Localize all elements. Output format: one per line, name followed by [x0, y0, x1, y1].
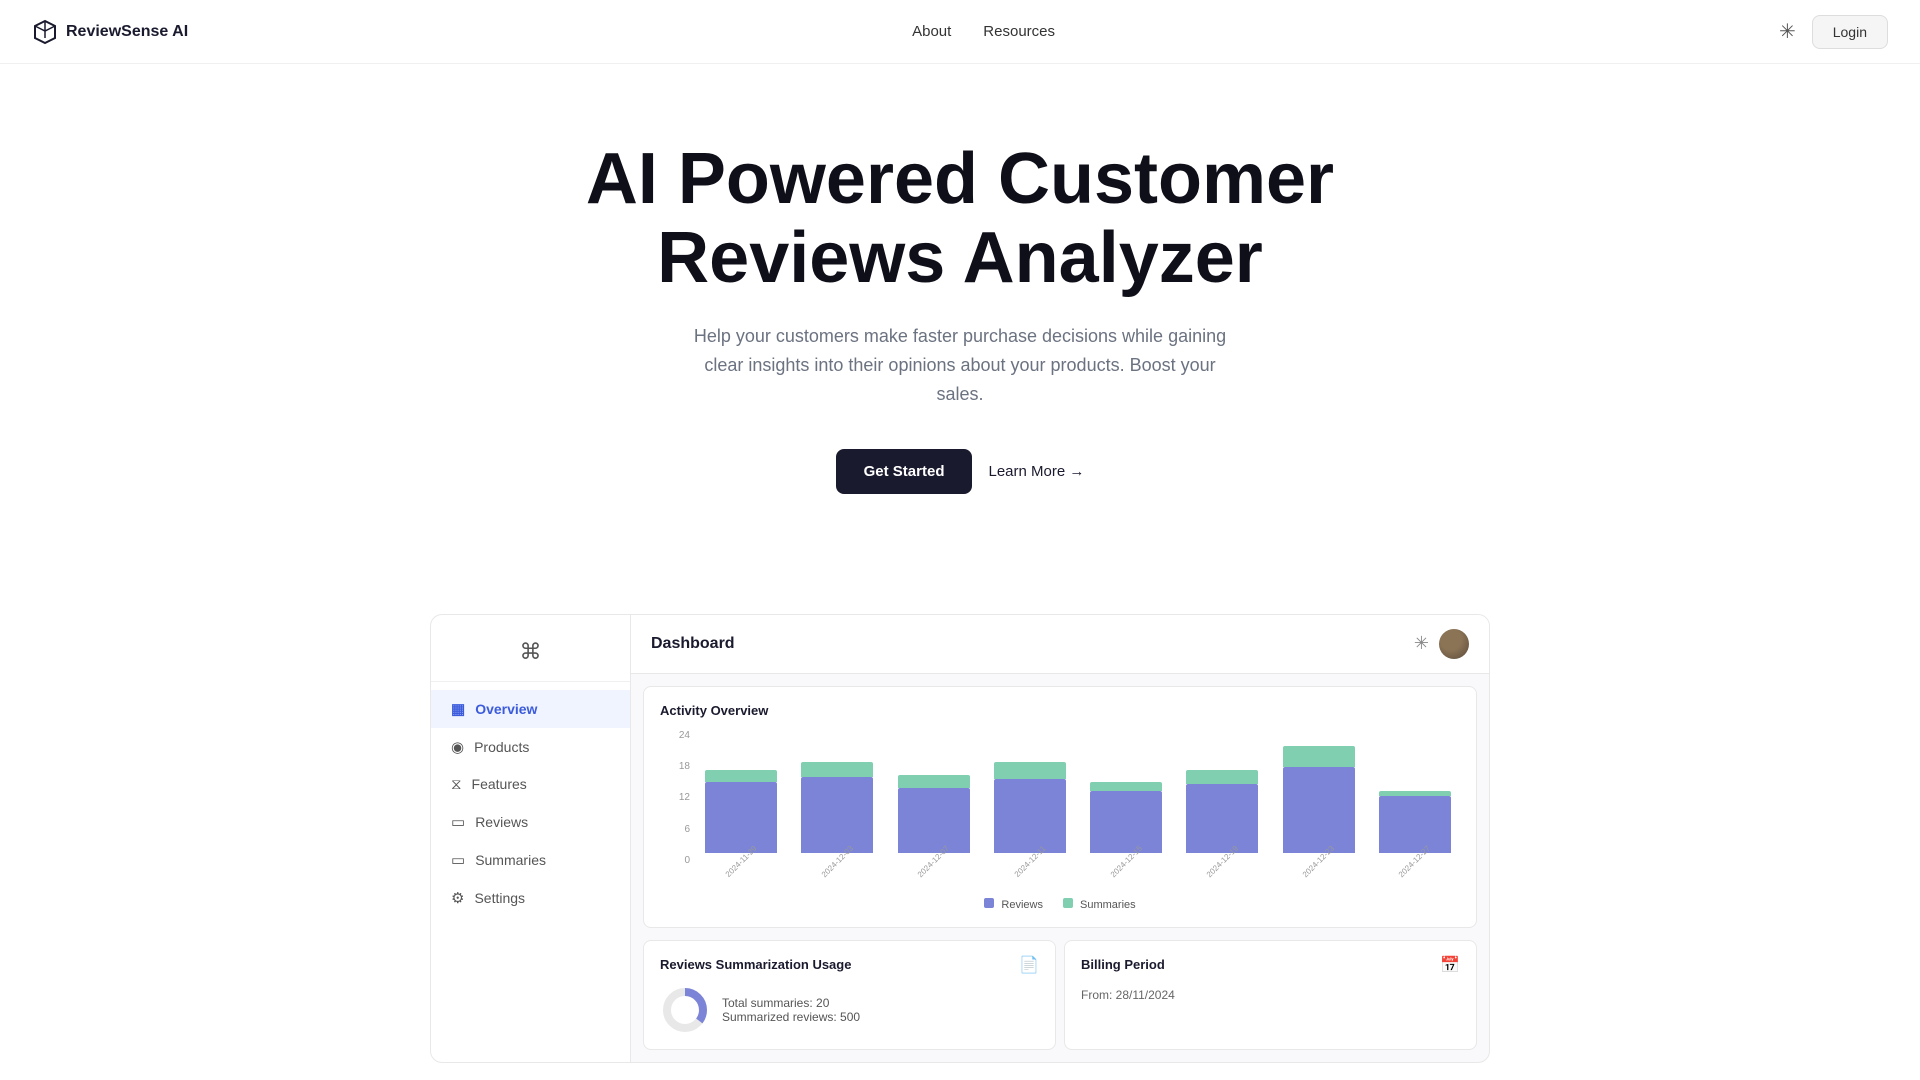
- nav-links: About Resources: [912, 23, 1055, 40]
- learn-more-button[interactable]: Learn More →: [988, 463, 1084, 480]
- bar-group: 2024-12-11: [985, 717, 1075, 866]
- reviews-bar: [1090, 791, 1162, 853]
- sidebar-item-overview[interactable]: ▦ Overview: [431, 690, 630, 728]
- file2-icon: ▭: [451, 851, 465, 869]
- total-summaries: Total summaries: 20: [722, 996, 860, 1010]
- dashboard-preview: ⌘ ▦ Overview ◉ Products ⧖ Features ▭ Rev…: [410, 614, 1510, 1063]
- hero-title: AI Powered Customer Reviews Analyzer: [530, 140, 1390, 298]
- main-header: Dashboard ✳: [631, 615, 1489, 674]
- legend-summaries: Summaries: [1063, 898, 1136, 911]
- sidebar-logo-area: ⌘: [431, 631, 630, 682]
- sidebar: ⌘ ▦ Overview ◉ Products ⧖ Features ▭ Rev…: [430, 614, 630, 1063]
- billing-card: Billing Period 📅 From: 28/11/2024: [1064, 940, 1477, 1050]
- donut-container: Total summaries: 20 Summarized reviews: …: [660, 985, 1039, 1035]
- chart-area: 06121824 2024-11-292024-12-032024-12-072…: [660, 730, 1460, 911]
- nav-resources[interactable]: Resources: [983, 23, 1055, 40]
- nav-right: ✳ Login: [1779, 15, 1888, 49]
- hero-actions: Get Started Learn More →: [530, 449, 1390, 494]
- hero-subtitle: Help your customers make faster purchase…: [680, 322, 1240, 408]
- summaries-bar: [1186, 770, 1258, 784]
- sidebar-item-products[interactable]: ◉ Products: [431, 728, 630, 766]
- summaries-bar: [801, 762, 873, 777]
- activity-chart-container: Activity Overview 06121824 2024-11-29202…: [643, 686, 1477, 928]
- summaries-bar: [898, 775, 970, 788]
- header-right: ✳: [1414, 629, 1469, 659]
- reviews-bar: [801, 777, 873, 853]
- y-axis: 06121824: [660, 730, 690, 866]
- sidebar-item-reviews[interactable]: ▭ Reviews: [431, 803, 630, 841]
- usage-stats: Total summaries: 20 Summarized reviews: …: [722, 996, 860, 1024]
- sidebar-item-features[interactable]: ⧖ Features: [431, 766, 630, 803]
- get-started-button[interactable]: Get Started: [836, 449, 973, 494]
- navbar: ReviewSense AI About Resources ✳ Login: [0, 0, 1920, 64]
- billing-card-title: Billing Period: [1081, 957, 1165, 972]
- bar-group: 2024-11-29: [696, 717, 786, 866]
- logo-text: ReviewSense AI: [66, 23, 188, 41]
- gear-icon: ⚙: [451, 889, 464, 907]
- logo-icon: [32, 19, 58, 45]
- summaries-bar: [705, 770, 777, 782]
- chart-legend: Reviews Summaries: [660, 898, 1460, 911]
- sidebar-item-summaries[interactable]: ▭ Summaries: [431, 841, 630, 879]
- reviews-bar: [898, 788, 970, 853]
- theme-toggle-button[interactable]: ✳: [1779, 19, 1796, 44]
- sidebar-item-settings[interactable]: ⚙ Settings: [431, 879, 630, 917]
- reviews-bar: [1379, 796, 1451, 853]
- summaries-bar: [1090, 782, 1162, 791]
- summaries-dot: [1063, 898, 1073, 908]
- chart-icon: ▦: [451, 700, 465, 718]
- bar-group: 2024-12-27: [1370, 717, 1460, 866]
- reviews-bar: [1283, 767, 1355, 853]
- bar-chart: 06121824 2024-11-292024-12-032024-12-072…: [660, 730, 1460, 890]
- summaries-bar: [1283, 746, 1355, 767]
- sidebar-logo-icon: ⌘: [520, 639, 542, 665]
- summaries-bar: [994, 762, 1066, 779]
- settings-icon[interactable]: ✳: [1414, 633, 1429, 654]
- reviews-bar: [1186, 784, 1258, 853]
- summarized-reviews: Summarized reviews: 500: [722, 1010, 860, 1024]
- bar-group: 2024-12-07: [889, 717, 979, 866]
- avatar[interactable]: [1439, 629, 1469, 659]
- chart-title: Activity Overview: [660, 703, 1460, 718]
- logo[interactable]: ReviewSense AI: [32, 19, 188, 45]
- reviews-bar: [705, 782, 777, 853]
- billing-card-icon: 📅: [1440, 955, 1460, 975]
- bar-group: 2024-12-03: [792, 717, 882, 866]
- nav-about[interactable]: About: [912, 23, 951, 40]
- usage-card: Reviews Summarization Usage 📄 Total summ…: [643, 940, 1056, 1050]
- billing-card-header: Billing Period 📅: [1081, 955, 1460, 975]
- bar-group: 2024-12-15: [1081, 717, 1171, 866]
- legend-reviews: Reviews: [984, 898, 1043, 911]
- main-content: Dashboard ✳ Activity Overview 06121824 2…: [630, 614, 1490, 1063]
- usage-card-header: Reviews Summarization Usage 📄: [660, 955, 1039, 975]
- login-button[interactable]: Login: [1812, 15, 1888, 49]
- filter-icon: ⧖: [451, 776, 462, 793]
- donut-chart: [660, 985, 710, 1035]
- reviews-dot: [984, 898, 994, 908]
- usage-card-title: Reviews Summarization Usage: [660, 957, 851, 972]
- usage-card-icon: 📄: [1019, 955, 1039, 975]
- billing-info: From: 28/11/2024: [1081, 985, 1460, 1007]
- dashboard-title: Dashboard: [651, 635, 735, 653]
- bar-group: 2024-12-23: [1274, 717, 1364, 866]
- file-icon: ▭: [451, 813, 465, 831]
- bottom-cards: Reviews Summarization Usage 📄 Total summ…: [643, 940, 1477, 1050]
- reviews-bar: [994, 779, 1066, 853]
- hero-section: AI Powered Customer Reviews Analyzer Hel…: [510, 0, 1410, 554]
- bar-group: 2024-12-19: [1177, 717, 1267, 866]
- box-icon: ◉: [451, 738, 464, 756]
